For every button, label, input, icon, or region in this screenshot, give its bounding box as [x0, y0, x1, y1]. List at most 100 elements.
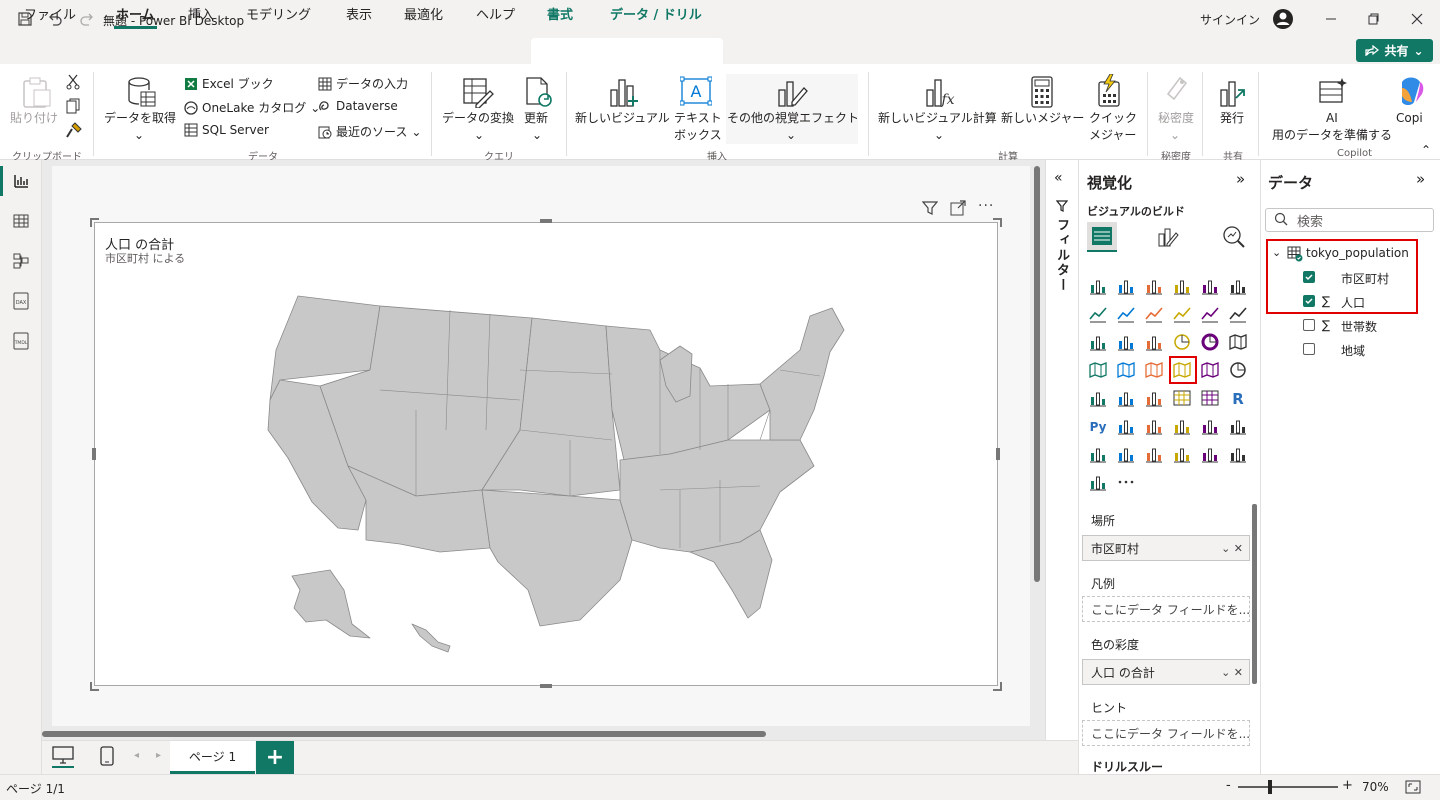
data-search-box[interactable]: [1265, 208, 1434, 232]
clustered-bar-chart-icon[interactable]: [1144, 276, 1164, 296]
arcgis-map-icon[interactable]: [1200, 360, 1220, 380]
enter-data-button[interactable]: データの入力: [318, 75, 408, 92]
gauge-icon[interactable]: [1228, 360, 1248, 380]
stacked-area-chart-icon[interactable]: [1144, 304, 1164, 324]
more-visuals-icon[interactable]: [1116, 472, 1136, 492]
new-visual-calc-button[interactable]: 新しいビジュアル計算: [878, 110, 997, 127]
tab-help[interactable]: ヘルプ: [476, 4, 515, 23]
build-visual-tab-icon[interactable]: [1087, 222, 1117, 252]
add-page-button[interactable]: +: [256, 741, 294, 774]
azure-map-icon[interactable]: [1172, 360, 1192, 380]
us-map[interactable]: [240, 290, 860, 660]
new-measure-button[interactable]: 新しいメジャー: [1001, 110, 1084, 127]
resize-handle[interactable]: [993, 682, 1002, 691]
ribbon-chart-icon[interactable]: [1172, 304, 1192, 324]
collapse-viz-icon[interactable]: »: [1236, 170, 1245, 188]
prev-page-icon[interactable]: ◂: [134, 750, 139, 761]
tab-file[interactable]: ファイル: [24, 4, 76, 23]
table-icon[interactable]: [1172, 388, 1192, 408]
recent-sources-button[interactable]: 最近のソース ⌄: [318, 123, 421, 140]
signin-link[interactable]: サインイン: [1200, 11, 1260, 28]
chevron-down-icon[interactable]: ⌄: [532, 127, 542, 144]
tmdl-view-icon[interactable]: TMDL: [10, 330, 32, 352]
well-field[interactable]: 市区町村 ⌄ ✕: [1082, 535, 1250, 561]
format-painter-icon[interactable]: [66, 122, 82, 141]
kpi-icon[interactable]: [1116, 388, 1136, 408]
next-page-icon[interactable]: ▸: [156, 750, 161, 761]
dataverse-button[interactable]: Dataverse: [318, 99, 398, 113]
more-options-icon[interactable]: ···: [978, 198, 994, 214]
line-chart-icon[interactable]: [1088, 304, 1108, 324]
tab-modeling[interactable]: モデリング: [246, 4, 311, 23]
textbox-button-line1[interactable]: テキスト: [674, 110, 722, 127]
funnel-chart-icon[interactable]: [1116, 332, 1136, 352]
dax-query-icon[interactable]: DAX: [10, 290, 32, 312]
quick-measure-line2[interactable]: メジャー: [1089, 127, 1136, 144]
tab-view[interactable]: 表示: [346, 4, 372, 23]
resize-handle[interactable]: [540, 219, 552, 223]
excel-button[interactable]: Excel ブック: [184, 75, 274, 92]
diamond-visual-icon[interactable]: [1228, 444, 1248, 464]
field-checkbox[interactable]: [1303, 295, 1315, 307]
table-view-icon[interactable]: [10, 210, 32, 232]
resize-handle[interactable]: [540, 684, 552, 688]
collapse-data-icon[interactable]: »: [1416, 170, 1425, 188]
field-checkbox[interactable]: [1303, 271, 1315, 283]
chevron-down-icon[interactable]: ⌄: [474, 127, 484, 144]
paginated-report-icon[interactable]: [1228, 416, 1248, 436]
shape-map-icon[interactable]: [1144, 360, 1164, 380]
metrics-icon[interactable]: [1144, 444, 1164, 464]
field-name[interactable]: 世帯数: [1341, 318, 1377, 335]
get-data-button[interactable]: データを取得: [104, 110, 176, 127]
tab-insert[interactable]: 挿入: [188, 4, 214, 23]
tab-home[interactable]: ホーム: [114, 4, 157, 29]
cut-icon[interactable]: [66, 74, 80, 93]
well-drop-zone[interactable]: ここにデータ フィールドを...: [1082, 596, 1250, 622]
resize-handle[interactable]: [92, 448, 96, 460]
zoom-slider[interactable]: [1238, 786, 1338, 788]
close-icon[interactable]: [1394, 6, 1440, 32]
transform-data-button[interactable]: データの変換: [442, 110, 514, 127]
key-influencers-icon[interactable]: [1116, 416, 1136, 436]
refresh-button[interactable]: 更新: [524, 110, 548, 127]
collapse-ribbon-icon[interactable]: ⌃: [1421, 143, 1431, 157]
field-checkbox[interactable]: [1303, 319, 1315, 331]
well-drop-zone[interactable]: ここにデータ フィールドを...: [1082, 720, 1250, 746]
focus-mode-icon[interactable]: [950, 200, 966, 219]
field-name[interactable]: 市区町村: [1341, 270, 1389, 287]
r-visual-icon[interactable]: R: [1228, 388, 1248, 408]
format-visual-tab-icon[interactable]: [1153, 222, 1183, 252]
python-visual-icon[interactable]: Py: [1088, 416, 1108, 436]
mobile-layout-icon[interactable]: [100, 746, 114, 769]
ai-prep-line2[interactable]: 用のデータを準備する: [1272, 127, 1392, 144]
100-stacked-bar-chart-icon[interactable]: [1200, 276, 1220, 296]
chevron-down-icon[interactable]: ⌄: [1170, 127, 1180, 144]
remove-field-icon[interactable]: ⌄ ✕: [1221, 542, 1243, 555]
map-icon[interactable]: [1088, 360, 1108, 380]
zoom-slider-thumb[interactable]: [1268, 780, 1272, 794]
slicer-icon[interactable]: [1144, 388, 1164, 408]
redo-icon[interactable]: [76, 8, 98, 30]
expand-filters-icon[interactable]: «: [1054, 170, 1063, 186]
analytics-tab-icon[interactable]: [1219, 222, 1249, 252]
field-name[interactable]: 地域: [1341, 342, 1365, 359]
filter-icon[interactable]: [921, 200, 939, 219]
field-checkbox[interactable]: [1303, 343, 1315, 355]
button-icon[interactable]: [1200, 444, 1220, 464]
tab-data-drill[interactable]: データ / ドリル: [610, 4, 702, 23]
narrative-visual-icon[interactable]: [1088, 472, 1108, 492]
treemap-icon[interactable]: [1228, 332, 1248, 352]
resize-handle[interactable]: [996, 448, 1000, 460]
area-chart-icon[interactable]: [1116, 304, 1136, 324]
chevron-down-icon[interactable]: ⌄: [134, 127, 144, 144]
horizontal-scrollbar[interactable]: [42, 731, 766, 737]
pie-chart-icon[interactable]: [1172, 332, 1192, 352]
image-icon[interactable]: [1172, 444, 1192, 464]
donut-chart-icon[interactable]: [1200, 332, 1220, 352]
100-stacked-column-chart-icon[interactable]: [1228, 276, 1248, 296]
chevron-down-icon[interactable]: ⌄: [786, 127, 796, 144]
smart-narrative-icon[interactable]: [1200, 416, 1220, 436]
onelake-button[interactable]: OneLake カタログ ⌄: [184, 99, 320, 116]
fit-to-page-icon[interactable]: [1405, 780, 1421, 797]
tab-format[interactable]: 書式: [547, 4, 573, 23]
